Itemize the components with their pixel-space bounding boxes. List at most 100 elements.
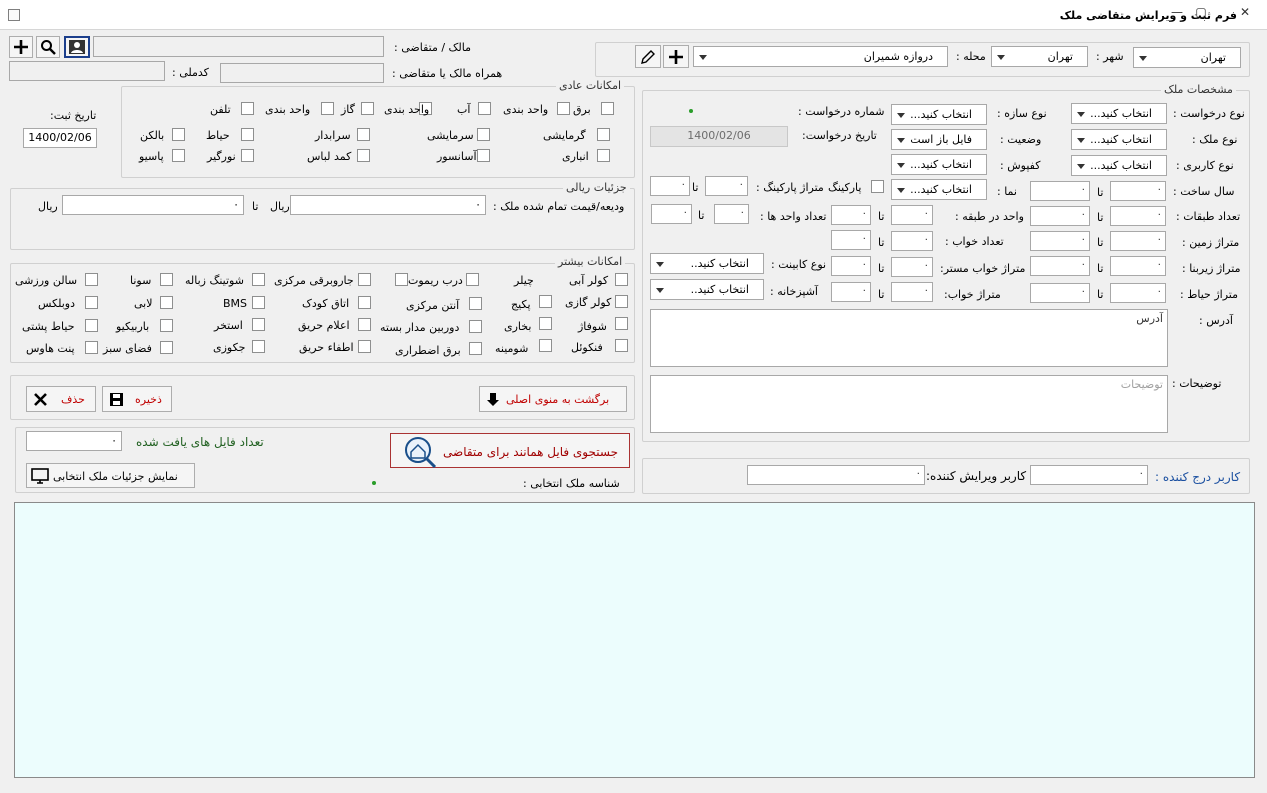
city-dropdown[interactable]: تهران xyxy=(1133,47,1241,68)
more-amenity-checkbox[interactable] xyxy=(160,319,173,332)
more-amenity-checkbox[interactable] xyxy=(469,320,482,333)
basic-amenity-checkbox[interactable] xyxy=(357,128,370,141)
more-amenity-checkbox[interactable] xyxy=(85,273,98,286)
units-floor-from[interactable]: ۰ xyxy=(891,205,933,225)
more-amenity-checkbox[interactable] xyxy=(85,319,98,332)
more-amenity-checkbox[interactable] xyxy=(395,273,408,286)
land-area-to[interactable]: ۰ xyxy=(1030,231,1090,251)
cabinet-dropdown[interactable]: انتخاب کنید.. xyxy=(650,253,764,274)
more-amenity-checkbox[interactable] xyxy=(615,339,628,352)
units-floor-to[interactable]: ۰ xyxy=(831,205,871,225)
owner-name-field[interactable] xyxy=(93,36,384,57)
more-amenity-checkbox[interactable] xyxy=(539,339,552,352)
region-dropdown[interactable]: تهران xyxy=(991,46,1088,67)
parking-area-to[interactable]: ۰ xyxy=(650,176,690,196)
price-to-field[interactable]: ۰ xyxy=(62,195,244,215)
more-amenity-checkbox[interactable] xyxy=(160,273,173,286)
build-year-from[interactable]: ۰ xyxy=(1110,181,1166,201)
land-area-from[interactable]: ۰ xyxy=(1110,231,1166,251)
more-amenity-checkbox[interactable] xyxy=(615,273,628,286)
price-from-field[interactable]: ۰ xyxy=(290,195,486,215)
results-grid[interactable] xyxy=(14,502,1255,778)
more-amenity-checkbox[interactable] xyxy=(252,296,265,309)
basic-amenity-checkbox[interactable] xyxy=(172,128,185,141)
request-type-dropdown[interactable]: انتخاب کنید... xyxy=(1071,103,1167,124)
more-amenity-checkbox[interactable] xyxy=(539,295,552,308)
neighborhood-dropdown[interactable]: دروازه شمیران xyxy=(693,46,948,67)
build-year-to[interactable]: ۰ xyxy=(1030,181,1090,201)
more-amenity-checkbox[interactable] xyxy=(252,273,265,286)
kitchen-dropdown[interactable]: انتخاب کنید.. xyxy=(650,279,764,300)
add-location-button[interactable] xyxy=(663,45,689,68)
bedrooms-to[interactable]: ۰ xyxy=(831,230,871,250)
bedroom-area-to[interactable]: ۰ xyxy=(831,282,871,302)
description-field[interactable]: توضیحات xyxy=(650,375,1168,433)
more-amenity-checkbox[interactable] xyxy=(252,318,265,331)
more-amenity-checkbox[interactable] xyxy=(358,318,371,331)
bedrooms-from[interactable]: ۰ xyxy=(891,231,933,251)
property-type-dropdown[interactable]: انتخاب کنید... xyxy=(1071,129,1167,150)
basic-amenity-checkbox[interactable] xyxy=(241,102,254,115)
yard-area-from[interactable]: ۰ xyxy=(1110,283,1166,303)
units-from[interactable]: ۰ xyxy=(714,204,749,224)
build-type-dropdown[interactable]: انتخاب کنید... xyxy=(891,104,987,125)
floors-to[interactable]: ۰ xyxy=(1030,206,1090,226)
parking-checkbox[interactable] xyxy=(871,180,884,193)
facade-dropdown[interactable]: انتخاب کنید... xyxy=(891,179,987,200)
edit-location-button[interactable] xyxy=(635,45,661,68)
more-amenity-checkbox[interactable] xyxy=(85,296,98,309)
bedroom-area-from[interactable]: ۰ xyxy=(891,282,933,302)
more-amenity-checkbox[interactable] xyxy=(358,296,371,309)
basic-amenity-checkbox[interactable] xyxy=(597,128,610,141)
basic-amenity-checkbox[interactable] xyxy=(477,128,490,141)
status-dropdown[interactable]: فایل باز است xyxy=(891,129,987,150)
select-owner-button[interactable] xyxy=(64,36,90,58)
basic-amenity-checkbox[interactable] xyxy=(361,102,374,115)
maximize-button[interactable]: ▢ xyxy=(1181,1,1221,23)
floors-from[interactable]: ۰ xyxy=(1110,206,1166,226)
close-button[interactable]: ✕ xyxy=(1225,1,1265,23)
more-amenity-checkbox[interactable] xyxy=(539,317,552,330)
basic-amenity-checkbox[interactable] xyxy=(557,102,570,115)
more-amenity-checkbox[interactable] xyxy=(466,273,479,286)
basic-amenity-checkbox[interactable] xyxy=(321,102,334,115)
more-amenity-checkbox[interactable] xyxy=(85,341,98,354)
more-amenity-checkbox[interactable] xyxy=(615,317,628,330)
more-amenity-checkbox[interactable] xyxy=(160,341,173,354)
master-area-to[interactable]: ۰ xyxy=(831,256,871,276)
parking-area-from[interactable]: ۰ xyxy=(705,176,748,196)
more-amenity-checkbox[interactable] xyxy=(469,297,482,310)
more-amenity-checkbox[interactable] xyxy=(469,342,482,355)
basic-amenity-checkbox[interactable] xyxy=(478,102,491,115)
more-amenity-checkbox[interactable] xyxy=(358,273,371,286)
search-owner-button[interactable] xyxy=(36,36,60,58)
delete-button[interactable]: حذف xyxy=(26,386,96,412)
national-id-field[interactable] xyxy=(9,61,165,81)
floor-cover-dropdown[interactable]: انتخاب کنید... xyxy=(891,154,987,175)
basic-amenity-checkbox[interactable] xyxy=(241,149,254,162)
master-area-from[interactable]: ۰ xyxy=(891,257,933,277)
more-amenity-checkbox[interactable] xyxy=(252,340,265,353)
owner-mobile-field[interactable] xyxy=(220,63,384,83)
more-amenity-checkbox[interactable] xyxy=(160,296,173,309)
built-area-to[interactable]: ۰ xyxy=(1030,256,1090,276)
built-area-from[interactable]: ۰ xyxy=(1110,256,1166,276)
basic-amenity-checkbox[interactable] xyxy=(357,149,370,162)
back-to-menu-button[interactable]: برگشت به منوی اصلی xyxy=(479,386,627,412)
usage-type-dropdown[interactable]: انتخاب کنید... xyxy=(1071,155,1167,176)
units-to[interactable]: ۰ xyxy=(651,204,692,224)
save-button[interactable]: ذخیره xyxy=(102,386,172,412)
basic-amenity-checkbox[interactable] xyxy=(477,149,490,162)
more-amenity-checkbox[interactable] xyxy=(615,295,628,308)
reg-date-field[interactable]: 1400/02/06 xyxy=(23,128,97,148)
address-field[interactable]: آدرس xyxy=(650,309,1168,367)
more-amenity-checkbox[interactable] xyxy=(358,340,371,353)
show-property-details-button[interactable]: نمایش جزئیات ملک انتخابی xyxy=(26,463,195,488)
basic-amenity-checkbox[interactable] xyxy=(601,102,614,115)
basic-amenity-checkbox[interactable] xyxy=(172,149,185,162)
basic-amenity-checkbox[interactable] xyxy=(241,128,254,141)
add-owner-button[interactable] xyxy=(9,36,33,58)
search-similar-button[interactable]: جستجوی فایل همانند برای متقاضی xyxy=(390,433,630,468)
yard-area-to[interactable]: ۰ xyxy=(1030,283,1090,303)
basic-amenity-checkbox[interactable] xyxy=(597,149,610,162)
